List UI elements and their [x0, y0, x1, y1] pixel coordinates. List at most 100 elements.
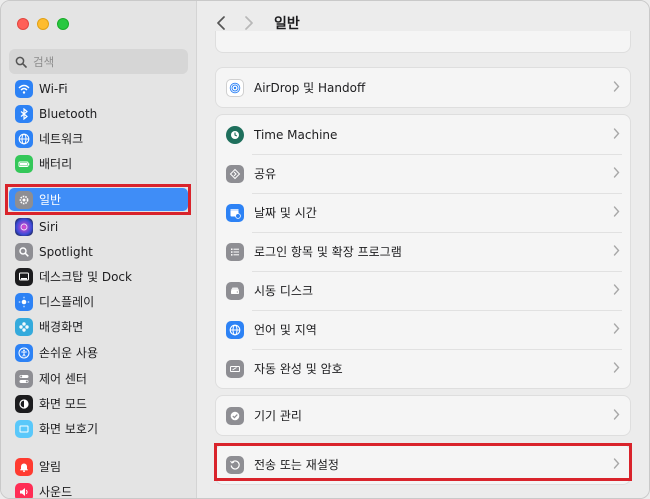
globe-icon: [226, 320, 244, 339]
calendar-clock-icon: [226, 203, 244, 222]
chevron-right-icon: [613, 409, 620, 420]
chevron-right-icon: [613, 362, 620, 373]
sidebar-item-desktop-dock[interactable]: 데스크탑 및 Dock: [9, 265, 188, 288]
sidebar-item-label: 알림: [39, 460, 62, 474]
sidebar-item-notifications[interactable]: 알림: [9, 455, 188, 478]
speaker-icon: [15, 482, 33, 498]
search-input[interactable]: 검색: [9, 49, 188, 74]
row-label: 전송 또는 재설정: [254, 458, 339, 472]
row-label: 시동 디스크: [254, 284, 314, 298]
chevron-right-icon: [613, 167, 620, 178]
row-transfer-or-reset[interactable]: 전송 또는 재설정: [216, 445, 630, 484]
bell-icon: [15, 457, 33, 476]
sidebar-item-label: 손쉬운 사용: [39, 346, 99, 360]
settings-group-system: Time Machine 공유 날짜 및 시간 로그인 항목 및 확장 프로그램…: [215, 114, 631, 389]
row-date-time[interactable]: 날짜 및 시간: [216, 193, 630, 232]
sidebar-item-accessibility[interactable]: 손쉬운 사용: [9, 341, 188, 364]
chevron-right-icon: [613, 81, 620, 92]
toggles-icon: [15, 369, 33, 388]
chevron-right-icon: [613, 323, 620, 334]
sidebar-item-label: 데스크탑 및 Dock: [39, 270, 132, 284]
chevron-left-icon: [217, 16, 225, 30]
sidebar-item-control-center[interactable]: 제어 센터: [9, 367, 188, 390]
sidebar-item-appearance[interactable]: 화면 모드: [9, 392, 188, 415]
dock-icon: [15, 267, 33, 286]
sidebar-item-label: Wi-Fi: [39, 81, 68, 96]
magnifier-icon: [15, 242, 33, 261]
time-machine-icon: [226, 125, 244, 144]
sun-icon: [15, 292, 33, 311]
row-language-region[interactable]: 언어 및 지역: [216, 310, 630, 349]
checkmark-gear-icon: [226, 406, 244, 425]
sidebar: 검색 Wi-Fi Bluetooth 네트워크 배터리 일반 Siri Spot…: [1, 1, 197, 499]
sidebar-item-siri[interactable]: Siri: [9, 215, 188, 238]
sidebar-item-label: 배터리: [39, 157, 73, 171]
row-label: 자동 완성 및 암호: [254, 362, 343, 376]
row-startup-disk[interactable]: 시동 디스크: [216, 271, 630, 310]
row-label: AirDrop 및 Handoff: [254, 81, 366, 95]
row-autofill-passwords[interactable]: 자동 완성 및 암호: [216, 349, 630, 388]
sidebar-item-label: 사운드: [39, 485, 73, 499]
row-label: 기기 관리: [254, 409, 302, 423]
settings-window: 검색 Wi-Fi Bluetooth 네트워크 배터리 일반 Siri Spot…: [0, 0, 650, 499]
sidebar-item-label: Siri: [39, 219, 59, 234]
airdrop-icon: [226, 78, 244, 97]
sidebar-item-label: Bluetooth: [39, 106, 98, 121]
row-device-management[interactable]: 기기 관리: [216, 396, 630, 435]
sidebar-item-label: 화면 모드: [39, 397, 87, 411]
appearance-icon: [15, 394, 33, 413]
chevron-right-icon: [613, 458, 620, 469]
sidebar-item-bluetooth[interactable]: Bluetooth: [9, 102, 188, 125]
row-time-machine[interactable]: Time Machine: [216, 115, 630, 154]
sidebar-item-battery[interactable]: 배터리: [9, 152, 188, 175]
wifi-icon: [15, 79, 33, 98]
search-placeholder: 검색: [33, 54, 55, 69]
search-icon: [15, 56, 27, 68]
accessibility-icon: [15, 343, 33, 362]
keyboard-icon: [226, 359, 244, 378]
settings-group-airdrop: AirDrop 및 Handoff: [215, 67, 631, 108]
row-label: Time Machine: [254, 127, 338, 142]
gear-icon: [15, 190, 33, 209]
bluetooth-icon: [15, 104, 33, 123]
settings-group-transfer-reset: 전송 또는 재설정: [215, 444, 631, 485]
chevron-right-icon: [245, 16, 253, 30]
page-title: 일반: [274, 16, 300, 32]
screensaver-icon: [15, 419, 33, 438]
settings-group-device-management: 기기 관리: [215, 395, 631, 436]
row-label: 언어 및 지역: [254, 323, 317, 337]
row-airdrop-handoff[interactable]: AirDrop 및 Handoff: [216, 68, 630, 107]
battery-icon: [15, 154, 33, 173]
row-login-items[interactable]: 로그인 항목 및 확장 프로그램: [216, 232, 630, 271]
chevron-right-icon: [613, 206, 620, 217]
sidebar-item-wifi[interactable]: Wi-Fi: [9, 77, 188, 100]
siri-icon: [15, 217, 33, 236]
chevron-right-icon: [613, 284, 620, 295]
close-button[interactable]: [17, 18, 29, 30]
minimize-button[interactable]: [37, 18, 49, 30]
list-icon: [226, 242, 244, 261]
sidebar-item-general[interactable]: 일반: [9, 188, 188, 211]
row-label: 공유: [254, 167, 277, 181]
sidebar-item-label: 네트워크: [39, 132, 84, 146]
disk-icon: [226, 281, 244, 300]
main-pane: 일반 AirDrop 및 Handoff Time Machine 공유 날짜 …: [198, 1, 649, 498]
window-controls: [17, 18, 69, 30]
zoom-button[interactable]: [57, 18, 69, 30]
scrolled-group-bottom: [215, 31, 631, 53]
sidebar-item-sound[interactable]: 사운드: [9, 480, 188, 499]
row-sharing[interactable]: 공유: [216, 154, 630, 193]
sidebar-item-label: Spotlight: [39, 244, 93, 259]
sidebar-item-network[interactable]: 네트워크: [9, 127, 188, 150]
globe-icon: [15, 129, 33, 148]
sidebar-item-label: 제어 센터: [39, 372, 87, 386]
sidebar-item-displays[interactable]: 디스플레이: [9, 290, 188, 313]
sidebar-item-wallpaper[interactable]: 배경화면: [9, 315, 188, 338]
row-label: 로그인 항목 및 확장 프로그램: [254, 245, 402, 259]
sidebar-item-screensaver[interactable]: 화면 보호기: [9, 417, 188, 440]
reset-icon: [226, 455, 244, 474]
sharing-icon: [226, 164, 244, 183]
sidebar-item-label: 일반: [39, 193, 62, 207]
sidebar-item-spotlight[interactable]: Spotlight: [9, 240, 188, 263]
chevron-right-icon: [613, 128, 620, 139]
